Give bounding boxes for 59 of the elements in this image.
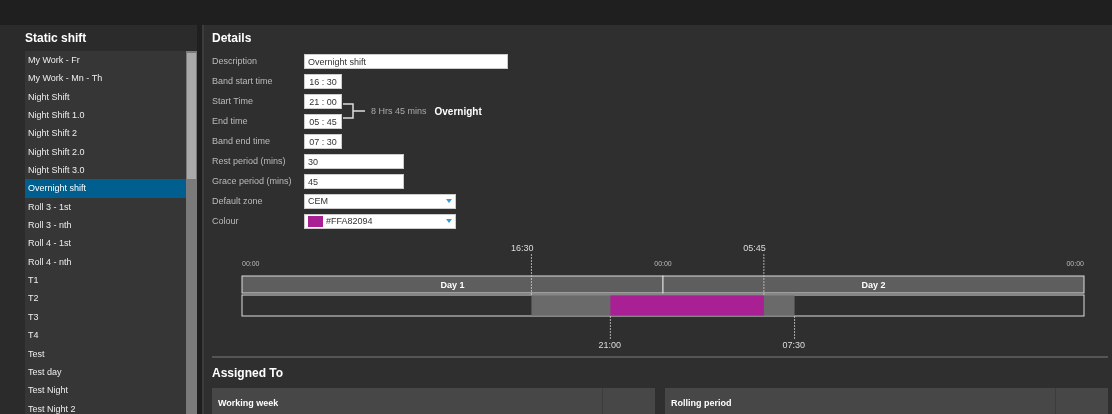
shift-list-item[interactable]: Test Night 2 — [25, 399, 186, 414]
shift-list-item[interactable]: T1 — [25, 271, 186, 290]
shift-list-item[interactable]: Test — [25, 344, 186, 363]
field-label: Rest period (mins) — [212, 156, 287, 166]
shift-list-item[interactable]: Night Shift 2.0 — [25, 142, 186, 162]
bracket-icon — [343, 100, 367, 122]
zone-dropdown[interactable]: CEM — [304, 193, 456, 209]
shift-list-item[interactable]: Roll 4 - nth — [25, 252, 186, 272]
shift-list-item[interactable]: Overnight shift — [25, 179, 186, 198]
shift-list-item[interactable]: T4 — [25, 326, 186, 345]
shift-list-item[interactable]: My Work - Fr — [25, 51, 186, 70]
caret-icon — [446, 199, 452, 203]
shift-list-item[interactable]: My Work - Mn - Th — [25, 69, 186, 88]
shift-list-item[interactable]: Roll 3 - 1st — [25, 197, 186, 217]
shift-list-item[interactable]: Night Shift 3.0 — [25, 161, 186, 180]
time-field[interactable]: 16 : 30 — [304, 73, 342, 89]
leader-line — [531, 253, 532, 296]
time-field[interactable]: 07 : 30 — [304, 133, 342, 149]
leader-line — [610, 315, 611, 341]
field-label: Description — [212, 56, 259, 66]
shift-list-item[interactable]: Night Shift 2 — [25, 124, 186, 143]
time-marker-label: 16:30 — [510, 243, 534, 253]
time-field[interactable]: 05 : 45 — [304, 113, 342, 129]
day-header: Day 1 — [241, 275, 664, 294]
time-marker-label: 21:00 — [598, 340, 621, 350]
details-title: Details — [212, 30, 253, 47]
field-label: Start Time — [212, 96, 254, 106]
number-field[interactable]: 45 — [304, 173, 404, 189]
shift-list-item[interactable]: Night Shift 1.0 — [25, 106, 186, 125]
day-header: Day 2 — [662, 275, 1085, 294]
field-label: Band end time — [212, 136, 272, 146]
field-label: Default zone — [212, 196, 264, 206]
duration-type: Overnight — [434, 105, 482, 117]
field-label: Colour — [212, 216, 240, 226]
shift-list-item[interactable]: Roll 4 - 1st — [25, 234, 186, 253]
colour-dropdown[interactable]: #FFA82094 — [304, 213, 456, 229]
description-field[interactable]: Overnight shift — [304, 53, 508, 69]
shift-list-item[interactable]: Test day — [25, 362, 186, 382]
shift-list-item[interactable]: Night Shift — [25, 87, 186, 107]
time-marker-label: 07:30 — [782, 340, 806, 350]
number-field[interactable]: 30 — [304, 153, 404, 169]
assigned-title: Assigned To — [212, 365, 285, 382]
time-marker-label: 05:45 — [743, 243, 766, 253]
field-label: Band start time — [212, 76, 274, 86]
leader-line — [794, 315, 795, 341]
duration-text: 8 Hrs 45 mins — [371, 106, 427, 116]
field-label: Grace period (mins) — [212, 176, 293, 186]
time-field[interactable]: 21 : 00 — [304, 93, 342, 109]
sidebar-title: Static shift — [25, 30, 88, 47]
column-header: Rolling period — [670, 397, 733, 410]
leader-line — [763, 253, 765, 296]
shift-list-item[interactable]: Test Night — [25, 381, 186, 400]
caret-icon — [446, 219, 452, 223]
shift-list-item[interactable]: T2 — [25, 289, 186, 308]
field-label: End time — [212, 116, 249, 126]
scrollbar[interactable] — [186, 51, 197, 414]
shift-list-item[interactable]: T3 — [25, 307, 186, 327]
column-header: Working week — [217, 397, 280, 410]
shift-list-item[interactable]: Roll 3 - nth — [25, 216, 186, 235]
